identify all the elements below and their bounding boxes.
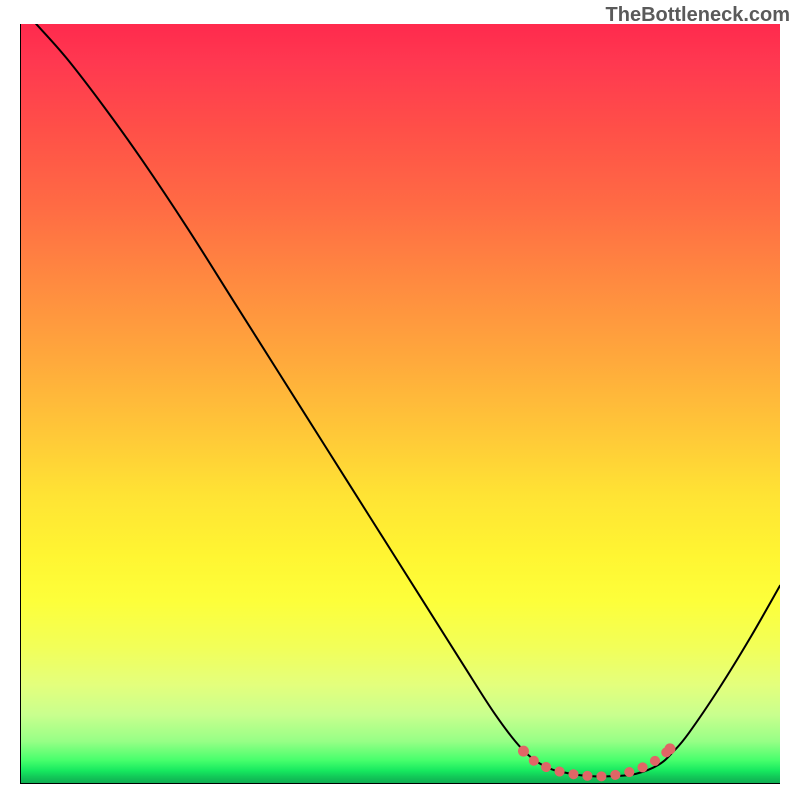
bottleneck-curve [36, 24, 780, 777]
bottleneck-chart: TheBottleneck.com [0, 0, 800, 800]
plot-area [20, 24, 780, 784]
curve-overlay [21, 24, 780, 783]
optimal-zone-overlay [518, 743, 675, 776]
watermark-text: TheBottleneck.com [606, 4, 790, 27]
